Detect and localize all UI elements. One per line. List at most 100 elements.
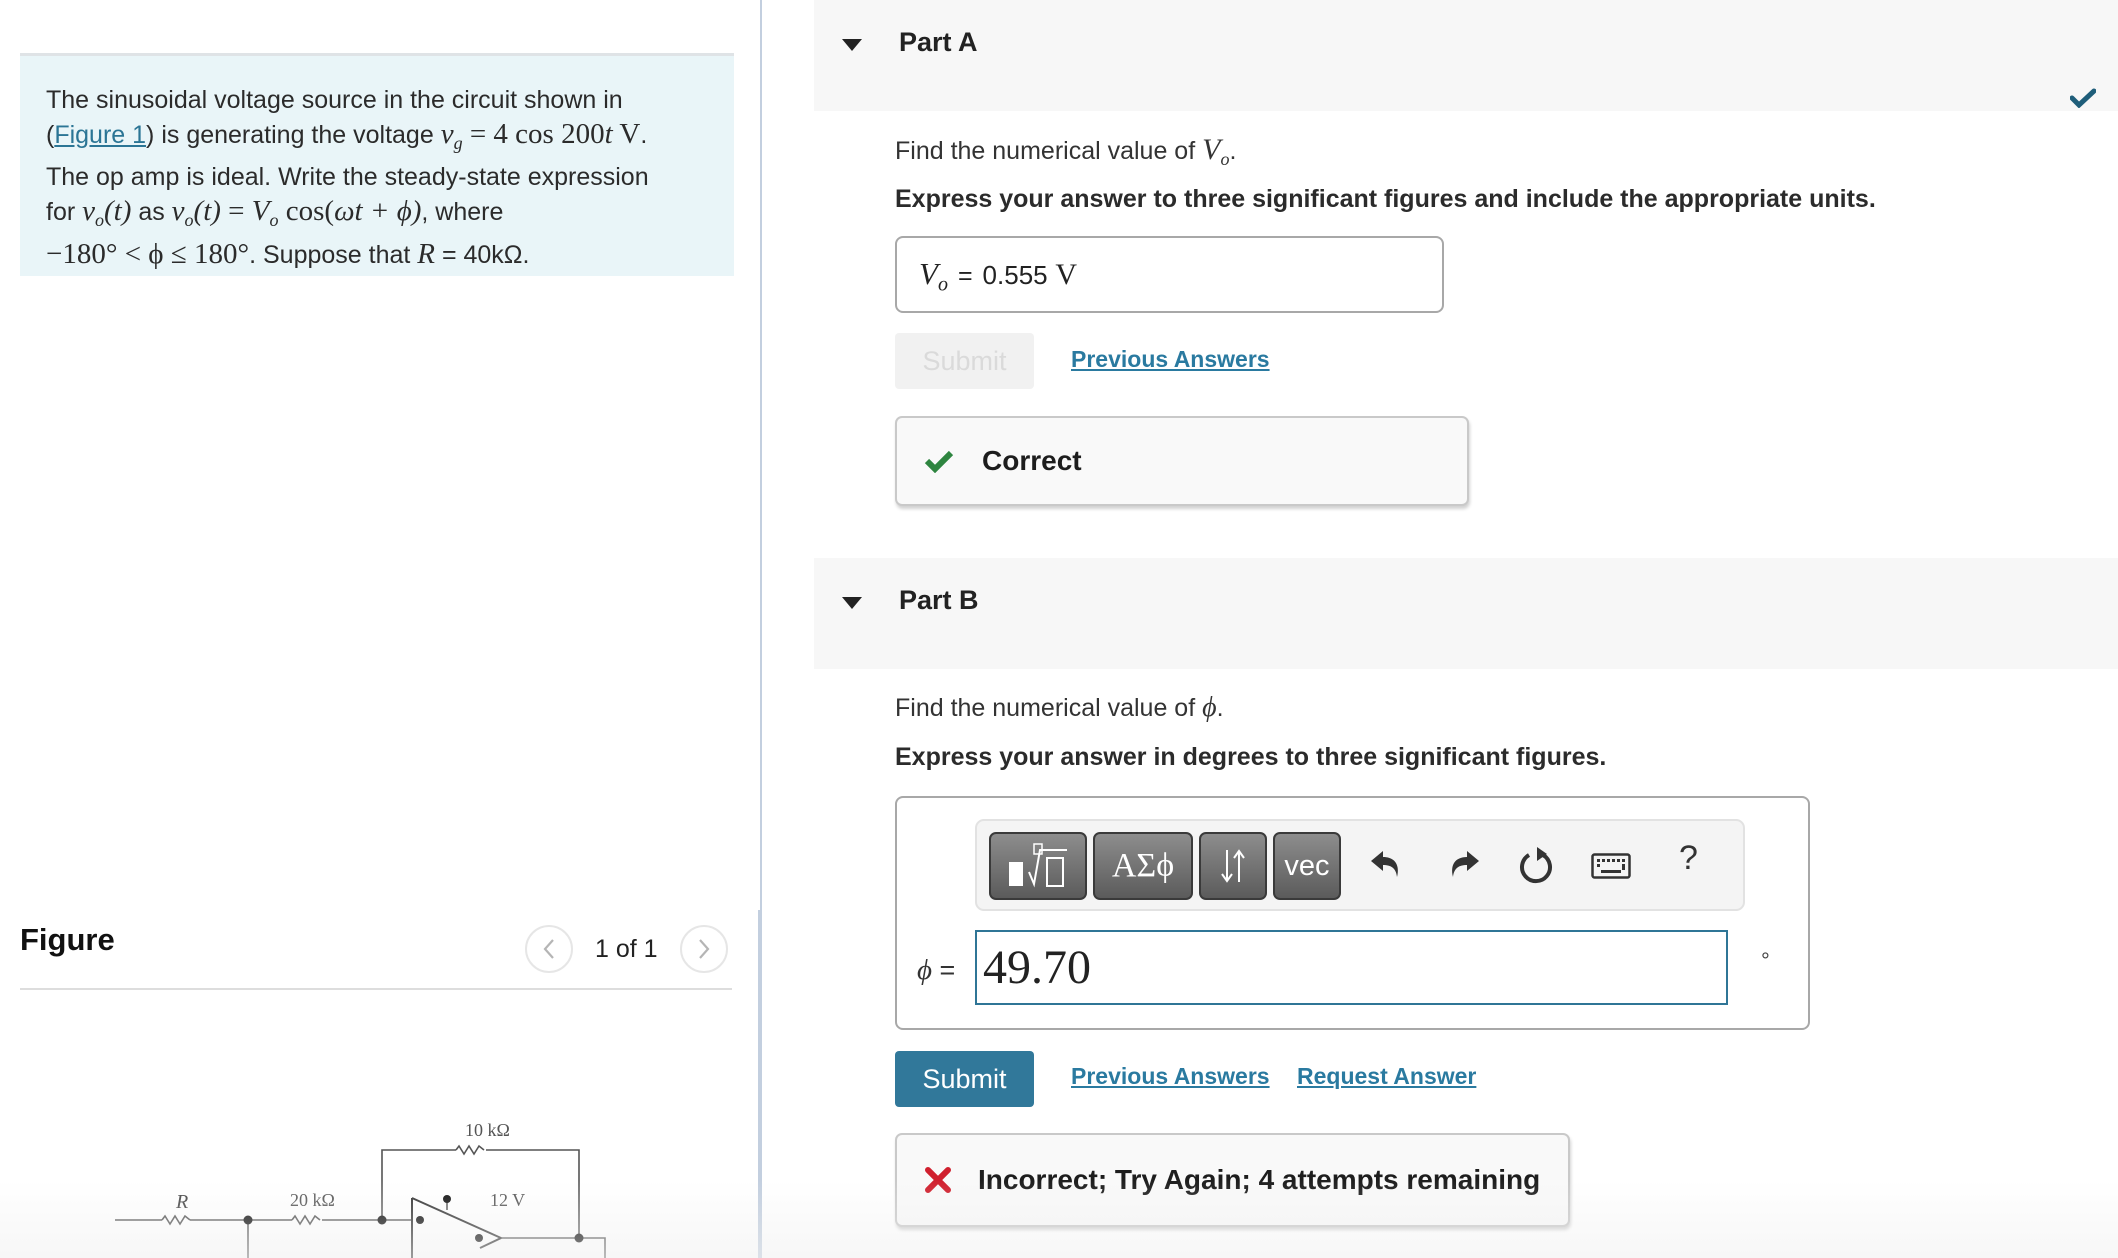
part-a-instruction: Express your answer to three significant…	[895, 185, 1876, 213]
answer-value: 0.555	[982, 260, 1048, 290]
phase-range: −180° < ϕ ≤ 180°	[46, 238, 250, 270]
label-12v: 12 V	[490, 1190, 525, 1210]
node	[574, 1233, 584, 1243]
vo-symbol: v	[82, 195, 95, 227]
x-mark-icon	[925, 1167, 951, 1193]
chevron-left-icon	[543, 939, 554, 959]
node	[377, 1215, 387, 1225]
undo-button[interactable]	[1369, 845, 1405, 881]
Vo-symbol: V	[251, 195, 270, 227]
as-word: as	[131, 198, 172, 226]
chevron-right-icon	[698, 939, 710, 959]
node	[243, 1215, 253, 1225]
node	[475, 1234, 483, 1242]
collapse-triangle-icon[interactable]	[841, 596, 863, 610]
feedback-text: Incorrect; Try Again; 4 attempts remaini…	[978, 1164, 1541, 1195]
for-word: for	[46, 198, 83, 226]
part-b-header[interactable]: Part B	[814, 558, 2118, 669]
part-a-answer-display: Vo = 0.555 V	[895, 236, 1444, 313]
request-answer-link[interactable]: Request Answer	[1297, 1063, 1476, 1090]
vg-symbol: v	[440, 118, 454, 150]
label-R: R	[175, 1191, 188, 1213]
up-down-arrows-icon	[1221, 849, 1245, 883]
degree-unit: °	[1761, 948, 1770, 973]
redo-icon	[1452, 851, 1479, 877]
feedback-text: Correct	[982, 445, 1082, 476]
figure-1-link[interactable]: Figure 1	[54, 121, 146, 149]
reset-button[interactable]	[1517, 845, 1555, 885]
undo-icon	[1371, 851, 1398, 877]
period: .	[640, 121, 648, 149]
figure-navigation: 1 of 1	[525, 925, 728, 973]
part-b-instruction: Express your answer in degrees to three …	[895, 743, 1607, 771]
part-b-answer-box: ΑΣϕ vec ? ϕ = 49.70 °	[895, 796, 1810, 1030]
question-text: Find the numerical value of	[895, 137, 1203, 165]
wire-left	[115, 1219, 249, 1258]
cos-expr: cos(	[278, 195, 335, 227]
subscript-superscript-button[interactable]	[1199, 832, 1267, 900]
keyboard-button[interactable]	[1591, 853, 1631, 879]
circuit-diagram: R 20 kΩ 10 kΩ 12 V	[115, 1120, 606, 1258]
vo-symbol-2: v	[171, 195, 185, 227]
keyboard-icon	[1591, 853, 1631, 879]
help-button[interactable]: ?	[1679, 839, 1698, 878]
problem-text-3: The op amp is ideal. Write the steady-st…	[46, 163, 649, 191]
figure-next-button[interactable]	[679, 925, 728, 973]
vg-t: t	[604, 118, 613, 150]
problem-text-5: . Suppose that	[249, 241, 418, 269]
part-a-complete-check-icon	[2070, 88, 2096, 108]
vo-subscript: o	[95, 210, 104, 230]
answer-equals: =	[957, 262, 973, 290]
part-a-header[interactable]: Part A	[814, 0, 2118, 111]
problem-pane: The sinusoidal voltage source in the cir…	[0, 0, 760, 1258]
question-var: V	[1202, 133, 1221, 166]
part-b-title: Part B	[899, 585, 979, 615]
figure-prev-button[interactable]	[525, 925, 573, 973]
math-toolbar: ΑΣϕ vec ?	[975, 819, 1745, 911]
Vo-subscript: o	[269, 210, 279, 230]
part-a-feedback: Correct	[895, 416, 1469, 506]
omega-t: ωt	[334, 195, 363, 227]
label-20k: 20 kΩ	[290, 1190, 335, 1210]
t-paren-2: (t)	[193, 195, 221, 227]
problem-statement: The sinusoidal voltage source in the cir…	[20, 53, 734, 276]
pane-resize-handle[interactable]	[758, 910, 762, 1258]
plus-phi: + ϕ)	[362, 195, 422, 227]
node	[443, 1195, 451, 1203]
problem-text-2: ) is generating the voltage	[146, 121, 441, 149]
resistor-10k	[455, 1144, 485, 1156]
vector-button[interactable]: vec	[1273, 832, 1341, 900]
collapse-triangle-icon[interactable]	[841, 38, 863, 52]
question-suffix: .	[1229, 137, 1237, 165]
vo-subscript-2: o	[184, 210, 194, 230]
greek-symbols-button[interactable]: ΑΣϕ	[1093, 832, 1193, 900]
part-b-previous-answers-link[interactable]: Previous Answers	[1071, 1063, 1270, 1090]
question-suffix: .	[1216, 694, 1224, 722]
answer-var: V	[919, 256, 938, 291]
question-var: ϕ	[1202, 692, 1217, 723]
equals: =	[220, 195, 252, 227]
part-b-submit-button[interactable]: Submit	[895, 1051, 1034, 1107]
redo-button[interactable]	[1445, 845, 1481, 881]
fraction-root-icon	[1009, 843, 1067, 888]
vg-unit: V	[612, 118, 641, 150]
figure-title: Figure	[20, 922, 115, 957]
phi-label: ϕ =	[917, 954, 956, 986]
phi-answer-input[interactable]: 49.70	[975, 930, 1728, 1005]
part-b-feedback: Incorrect; Try Again; 4 attempts remaini…	[895, 1133, 1570, 1227]
where-word: , where	[421, 198, 504, 226]
part-a-title: Part A	[899, 27, 978, 57]
question-text: Find the numerical value of	[895, 694, 1203, 722]
problem-text-1: The sinusoidal voltage source in the cir…	[46, 86, 623, 114]
resistor-20k	[291, 1214, 321, 1226]
reset-icon	[1520, 847, 1552, 884]
end-period: .	[522, 241, 530, 269]
R-value: = 40kΩ	[435, 241, 523, 269]
templates-button[interactable]	[989, 832, 1087, 900]
label-10k: 10 kΩ	[465, 1120, 510, 1140]
part-a-submit-button[interactable]: Submit	[895, 333, 1034, 389]
part-a-previous-answers-link[interactable]: Previous Answers	[1071, 346, 1270, 373]
part-b-question: Find the numerical value of ϕ.	[895, 692, 1224, 724]
vg-subscript: g	[453, 133, 463, 153]
answer-var-sub: o	[937, 273, 948, 296]
